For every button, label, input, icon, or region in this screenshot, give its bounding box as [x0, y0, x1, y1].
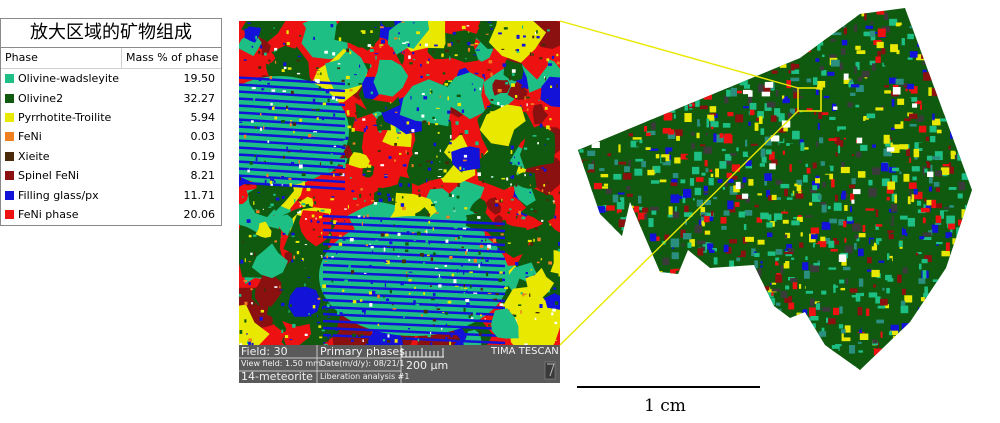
scale-bar-text: 1 cm [644, 396, 686, 416]
instrument-label: TIMA TESCAN [491, 346, 559, 357]
phase-mass-value: 0.03 [190, 130, 216, 144]
phase-swatch [5, 112, 14, 122]
phase-name: Pyrrhotite-Troilite [18, 110, 112, 124]
legend-row: FeNi phase 20.06 [1, 205, 221, 224]
phase-mass-value: 5.94 [190, 110, 216, 124]
col-phase-header: Phase [1, 48, 122, 68]
legend-row: Pyrrhotite-Troilite 5.94 [1, 108, 221, 127]
phase-mass-value: 11.71 [183, 188, 216, 202]
phase-mass-value: 8.21 [190, 169, 216, 183]
phase-name: Olivine-wadsleyite [18, 72, 119, 86]
col-mass-header: Mass % of phase [126, 51, 219, 64]
legend-row: Xieite 0.19 [1, 147, 221, 166]
phase-name: Xieite [18, 149, 50, 163]
phase-name: Filling glass/px [18, 188, 99, 202]
phase-mass-value: 20.06 [183, 207, 216, 221]
view-field-label: View field: 1.50 mm [241, 359, 321, 368]
date-label: Date(m/d/y): 08/21/1 [320, 359, 405, 368]
field-label: Field: 30 [241, 345, 288, 358]
phase-swatch [5, 132, 14, 142]
phase-swatch [5, 74, 14, 84]
phase-swatch [5, 171, 14, 181]
phase-name: FeNi [18, 130, 42, 144]
phase-name: Olivine2 [18, 91, 64, 105]
legend-row: Olivine-wadsleyite 19.50 [1, 69, 221, 88]
legend-rows: Olivine-wadsleyite 19.50 Olivine2 32.27 Pyrr… [1, 69, 221, 224]
zoom-phase-map [239, 21, 560, 345]
legend-row: Olivine2 32.27 [1, 88, 221, 107]
status-strip: Field: 30 View field: 1.50 mm 14-meteori… [239, 345, 560, 383]
sample-name: 14-meteorite [241, 370, 313, 383]
phase-name: FeNi phase [18, 207, 79, 221]
legend-row: Spinel FeNi 8.21 [1, 166, 221, 185]
phase-swatch [5, 151, 14, 161]
phase-name: Spinel FeNi [18, 169, 80, 183]
phase-mass-value: 32.27 [183, 91, 216, 105]
section-phase-map [578, 8, 972, 370]
phase-mass-value: 0.19 [190, 149, 216, 163]
phase-legend-table: 放大区域的矿物组成 Phase Mass % of phase Olivine-… [0, 18, 222, 226]
phase-swatch [5, 209, 14, 219]
scale-bar-label: 200 μm [406, 359, 449, 372]
legend-header: Phase Mass % of phase [1, 48, 221, 69]
legend-row: Filling glass/px 11.71 [1, 185, 221, 204]
phases-label: Primary phases [320, 345, 405, 358]
phase-swatch [5, 93, 14, 103]
phase-mass-value: 19.50 [183, 72, 216, 86]
legend-row: FeNi 0.03 [1, 127, 221, 146]
legend-title: 放大区域的矿物组成 [1, 19, 221, 48]
phase-swatch [5, 190, 14, 200]
analysis-label: Liberation analysis #1 [320, 372, 410, 381]
